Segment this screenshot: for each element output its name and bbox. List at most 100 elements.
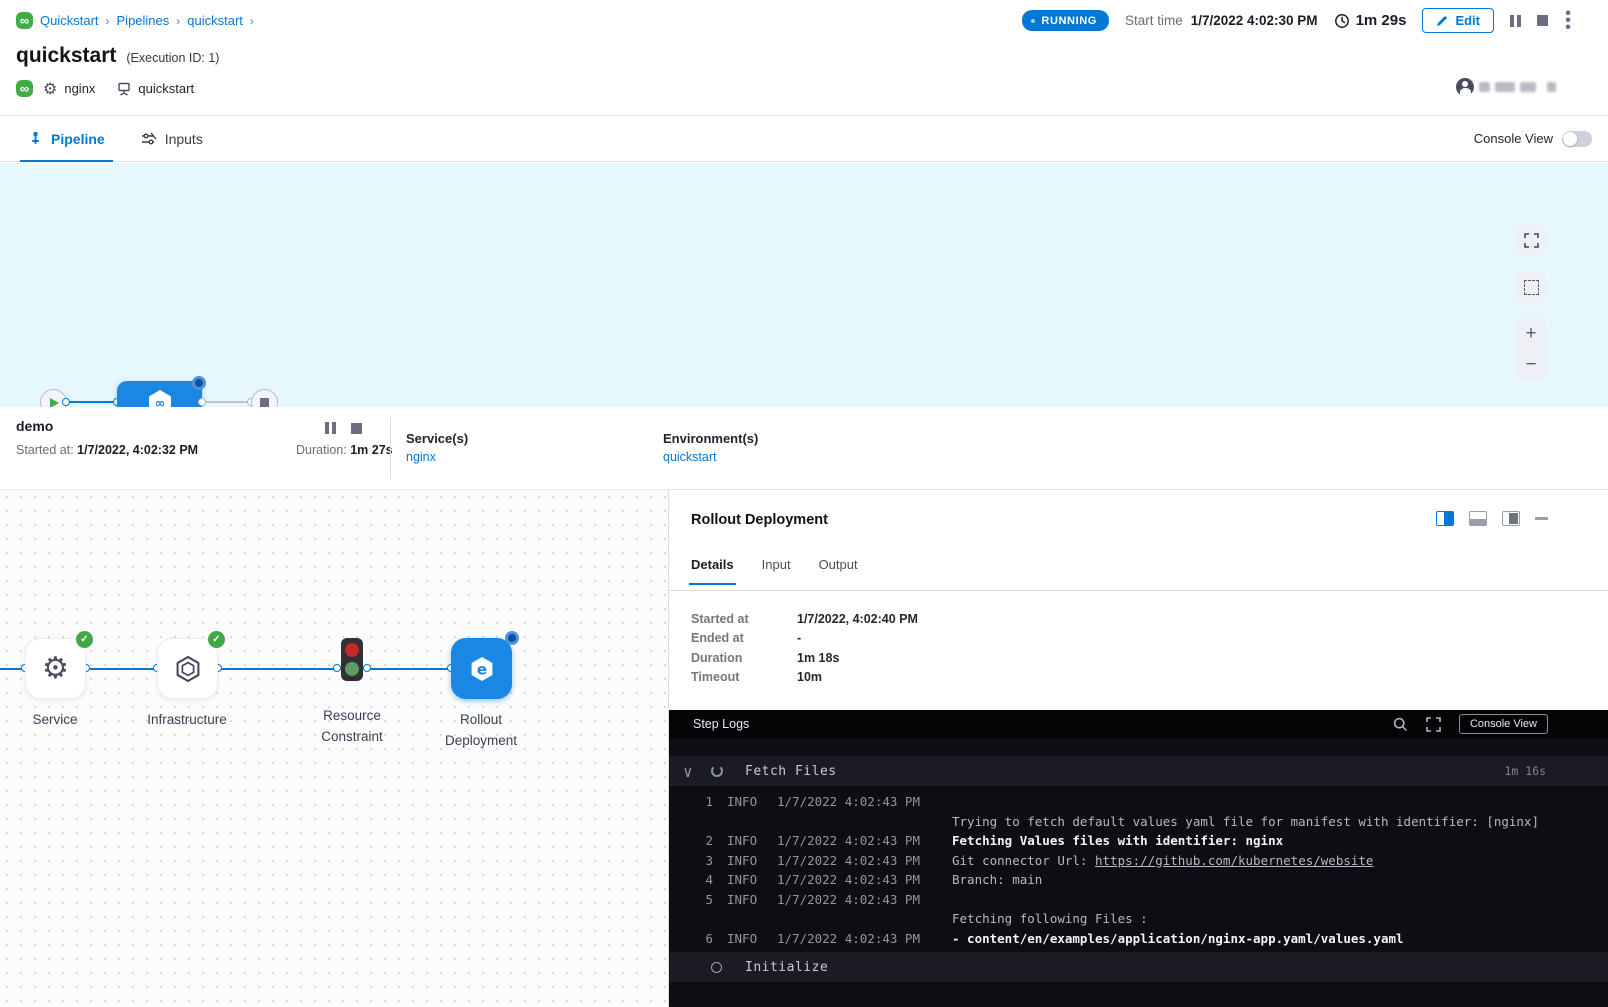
environment-link[interactable]: quickstart [663, 450, 717, 464]
avatar-icon[interactable] [1456, 78, 1474, 96]
divider [390, 417, 391, 479]
log-lt: 1/7/2022 4:02:43 PM [777, 929, 937, 949]
breadcrumb-link-pipeline-name[interactable]: quickstart [187, 13, 243, 28]
harness-cd-icon: ∞ [16, 12, 33, 29]
step-logs-console: Step Logs Console View ∨ Fetch Files 1m … [669, 710, 1608, 1007]
detail-label: Timeout [691, 670, 797, 684]
stage-info-name: demo [16, 418, 53, 434]
log-ln: 2 [699, 831, 713, 851]
redacted-text [1520, 82, 1536, 92]
log-link[interactable]: https://github.com/kubernetes/website [1095, 853, 1373, 868]
log-lv: INFO [727, 792, 763, 831]
stop-execution-button[interactable] [1537, 15, 1548, 26]
running-spinner-badge [505, 631, 519, 645]
console-view-label: Console View [1474, 131, 1553, 146]
step-node-service[interactable]: ⚙ ✓ [25, 638, 86, 699]
log-entry: 2INFO1/7/2022 4:02:43 PMFetching Values … [699, 831, 1608, 851]
zoom-in-button[interactable]: + [1516, 318, 1546, 349]
success-check-icon: ✓ [208, 631, 225, 648]
log-message-line: - content/en/examples/application/nginx-… [952, 929, 1404, 949]
execution-canvas[interactable]: ⚙ ✓ ✓ e Service Infrastructure Resource … [0, 490, 668, 1007]
log-lt: 1/7/2022 4:02:43 PM [777, 870, 937, 890]
log-lv: INFO [727, 831, 763, 851]
log-section-fetch-files[interactable]: ∨ Fetch Files 1m 16s [669, 756, 1608, 786]
svg-text:e: e [476, 660, 486, 678]
edit-button[interactable]: Edit [1422, 8, 1494, 33]
pencil-icon [1436, 15, 1448, 27]
log-lv: INFO [727, 929, 763, 949]
log-lt: 1/7/2022 4:02:43 PM [777, 890, 937, 929]
log-message: Trying to fetch default values yaml file… [952, 792, 1539, 831]
tab-output[interactable]: Output [819, 557, 858, 585]
tab-pipeline[interactable]: Pipeline [24, 116, 109, 161]
breadcrumb: ∞ Quickstart › Pipelines › quickstart › [16, 12, 254, 29]
traffic-light-red-icon [345, 643, 359, 657]
redacted-text [1479, 82, 1490, 92]
stage-pause-button[interactable] [325, 422, 336, 434]
gear-icon: ⚙ [42, 654, 69, 684]
log-entry: 5INFO1/7/2022 4:02:43 PMFetching followi… [699, 890, 1608, 929]
pipeline-canvas[interactable]: ∞ demo + − [0, 163, 1608, 407]
step-node-infrastructure[interactable]: ✓ [157, 638, 218, 699]
pause-execution-button[interactable] [1510, 15, 1521, 27]
log-entry: 6INFO1/7/2022 4:02:43 PM- content/en/exa… [699, 929, 1608, 949]
log-lt: 1/7/2022 4:02:43 PM [777, 851, 937, 871]
elapsed-time: 1m 29s [1334, 12, 1407, 29]
log-lv: INFO [727, 851, 763, 871]
inputs-icon [141, 132, 157, 146]
more-options-button[interactable]: ••• [1564, 10, 1572, 32]
layout-split-bottom-button[interactable] [1469, 511, 1487, 526]
fullscreen-icon [1524, 233, 1539, 248]
service-link[interactable]: nginx [406, 450, 436, 464]
step-logs-title: Step Logs [693, 717, 749, 731]
tab-input[interactable]: Input [762, 557, 791, 585]
chevron-down-icon: ∨ [683, 762, 695, 781]
console-view-button[interactable]: Console View [1459, 714, 1548, 734]
step-label-rollout-deployment: Rollout Deployment [426, 710, 536, 752]
step-node-resource-constraint[interactable] [341, 638, 363, 681]
breadcrumb-separator: › [250, 14, 254, 28]
cd-module-icon: ∞ [16, 80, 33, 97]
breadcrumb-link-quickstart[interactable]: Quickstart [40, 13, 99, 28]
minimize-panel-button[interactable] [1535, 517, 1548, 520]
log-ln: 5 [699, 890, 713, 929]
step-panel-title: Rollout Deployment [691, 512, 828, 528]
log-message-line: Fetching following Files : [952, 909, 1148, 929]
status-dot-icon [1031, 19, 1035, 23]
log-message-line: Branch: main [952, 870, 1042, 890]
environments-label: Environment(s) [663, 431, 758, 446]
layout-split-right-button[interactable] [1436, 511, 1454, 526]
service-tag[interactable]: ⚙ nginx [43, 81, 95, 97]
tab-details[interactable]: Details [691, 557, 734, 585]
start-time-value: 1/7/2022 4:02:30 PM [1191, 13, 1318, 28]
search-icon[interactable] [1393, 717, 1408, 732]
layout-split-panel-button[interactable] [1502, 511, 1520, 526]
canvas-zoom-controls: + − [1516, 318, 1546, 380]
breadcrumb-link-pipelines[interactable]: Pipelines [117, 13, 170, 28]
pending-circle-icon [711, 962, 722, 973]
expand-logs-icon[interactable] [1426, 717, 1441, 732]
detail-value: - [797, 631, 801, 645]
started-at-value: 1/7/2022, 4:02:32 PM [77, 443, 198, 457]
step-label-infrastructure: Infrastructure [127, 710, 247, 731]
tab-inputs[interactable]: Inputs [137, 116, 207, 161]
detail-value: 1/7/2022, 4:02:40 PM [797, 612, 918, 626]
breadcrumb-separator: › [176, 14, 180, 28]
canvas-fullscreen-button[interactable] [1516, 225, 1546, 255]
log-lv: INFO [727, 870, 763, 890]
environment-tag[interactable]: quickstart [117, 81, 194, 96]
detail-label: Started at [691, 612, 797, 626]
stage-stop-button[interactable] [351, 423, 362, 434]
log-message-line: Trying to fetch default values yaml file… [952, 812, 1539, 832]
execution-id: (Execution ID: 1) [126, 51, 219, 65]
zoom-out-button[interactable]: − [1516, 349, 1546, 380]
console-view-toggle[interactable] [1562, 131, 1592, 147]
traffic-light-green-icon [345, 662, 359, 676]
canvas-select-button[interactable] [1516, 272, 1546, 302]
log-section-initialize[interactable]: Initialize [669, 952, 1608, 982]
step-node-rollout-deployment[interactable]: e [451, 638, 512, 699]
infrastructure-icon [117, 82, 131, 96]
detail-label: Duration [691, 651, 797, 665]
success-check-icon: ✓ [76, 631, 93, 648]
pipeline-icon [28, 131, 43, 146]
